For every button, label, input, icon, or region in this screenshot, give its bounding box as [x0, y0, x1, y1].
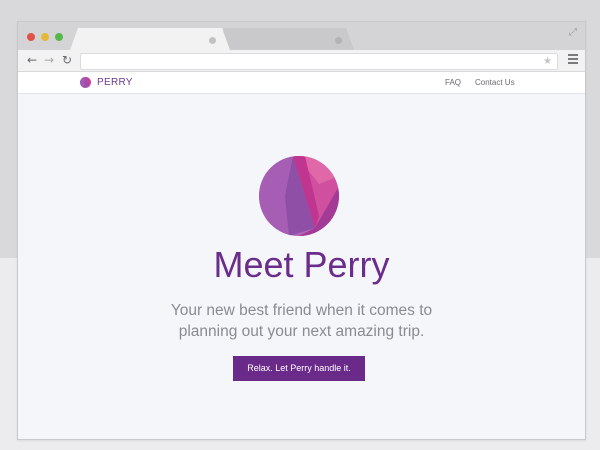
perry-hero-logo-icon	[259, 156, 339, 236]
hero-subtitle-line-2: planning out your next amazing trip.	[178, 323, 425, 340]
nav-link-faq[interactable]: FAQ	[445, 77, 461, 88]
minimize-window-button[interactable]	[41, 33, 49, 41]
browser-tab-active[interactable]	[70, 28, 230, 50]
expand-icon[interactable]: ⤢	[569, 28, 579, 38]
browser-titlebar: ⤢	[18, 22, 585, 50]
address-bar[interactable]	[80, 53, 558, 70]
perry-logo-icon[interactable]	[80, 77, 91, 88]
hamburger-menu-icon[interactable]	[568, 54, 578, 66]
cta-button[interactable]: Relax. Let Perry handle it.	[233, 356, 365, 381]
back-arrow-icon[interactable]: ←	[25, 53, 39, 67]
brand-name[interactable]: PERRY	[97, 76, 133, 89]
nav-link-contact-us[interactable]: Contact Us	[475, 77, 515, 88]
browser-toolbar: ← → ↻	[18, 50, 585, 72]
forward-arrow-icon[interactable]: →	[42, 53, 56, 67]
hero-subtitle-line-1: Your new best friend when it comes to	[170, 302, 433, 319]
star-icon[interactable]: ★	[543, 54, 552, 69]
hero-subtitle: Your new best friend when it comes to pl…	[118, 300, 485, 342]
site-navbar: PERRY FAQ Contact Us	[18, 72, 585, 94]
maximize-window-button[interactable]	[55, 33, 63, 41]
tab-close-icon[interactable]	[335, 37, 342, 44]
reload-icon[interactable]: ↻	[60, 53, 74, 67]
tab-close-icon[interactable]	[209, 37, 216, 44]
browser-tab-inactive[interactable]	[216, 28, 354, 50]
close-window-button[interactable]	[27, 33, 35, 41]
hero-title: Meet Perry	[213, 244, 390, 285]
browser-window: ⤢ ← → ↻ ★ PERRY FAQ Contact Us Meet Perr…	[17, 21, 586, 440]
